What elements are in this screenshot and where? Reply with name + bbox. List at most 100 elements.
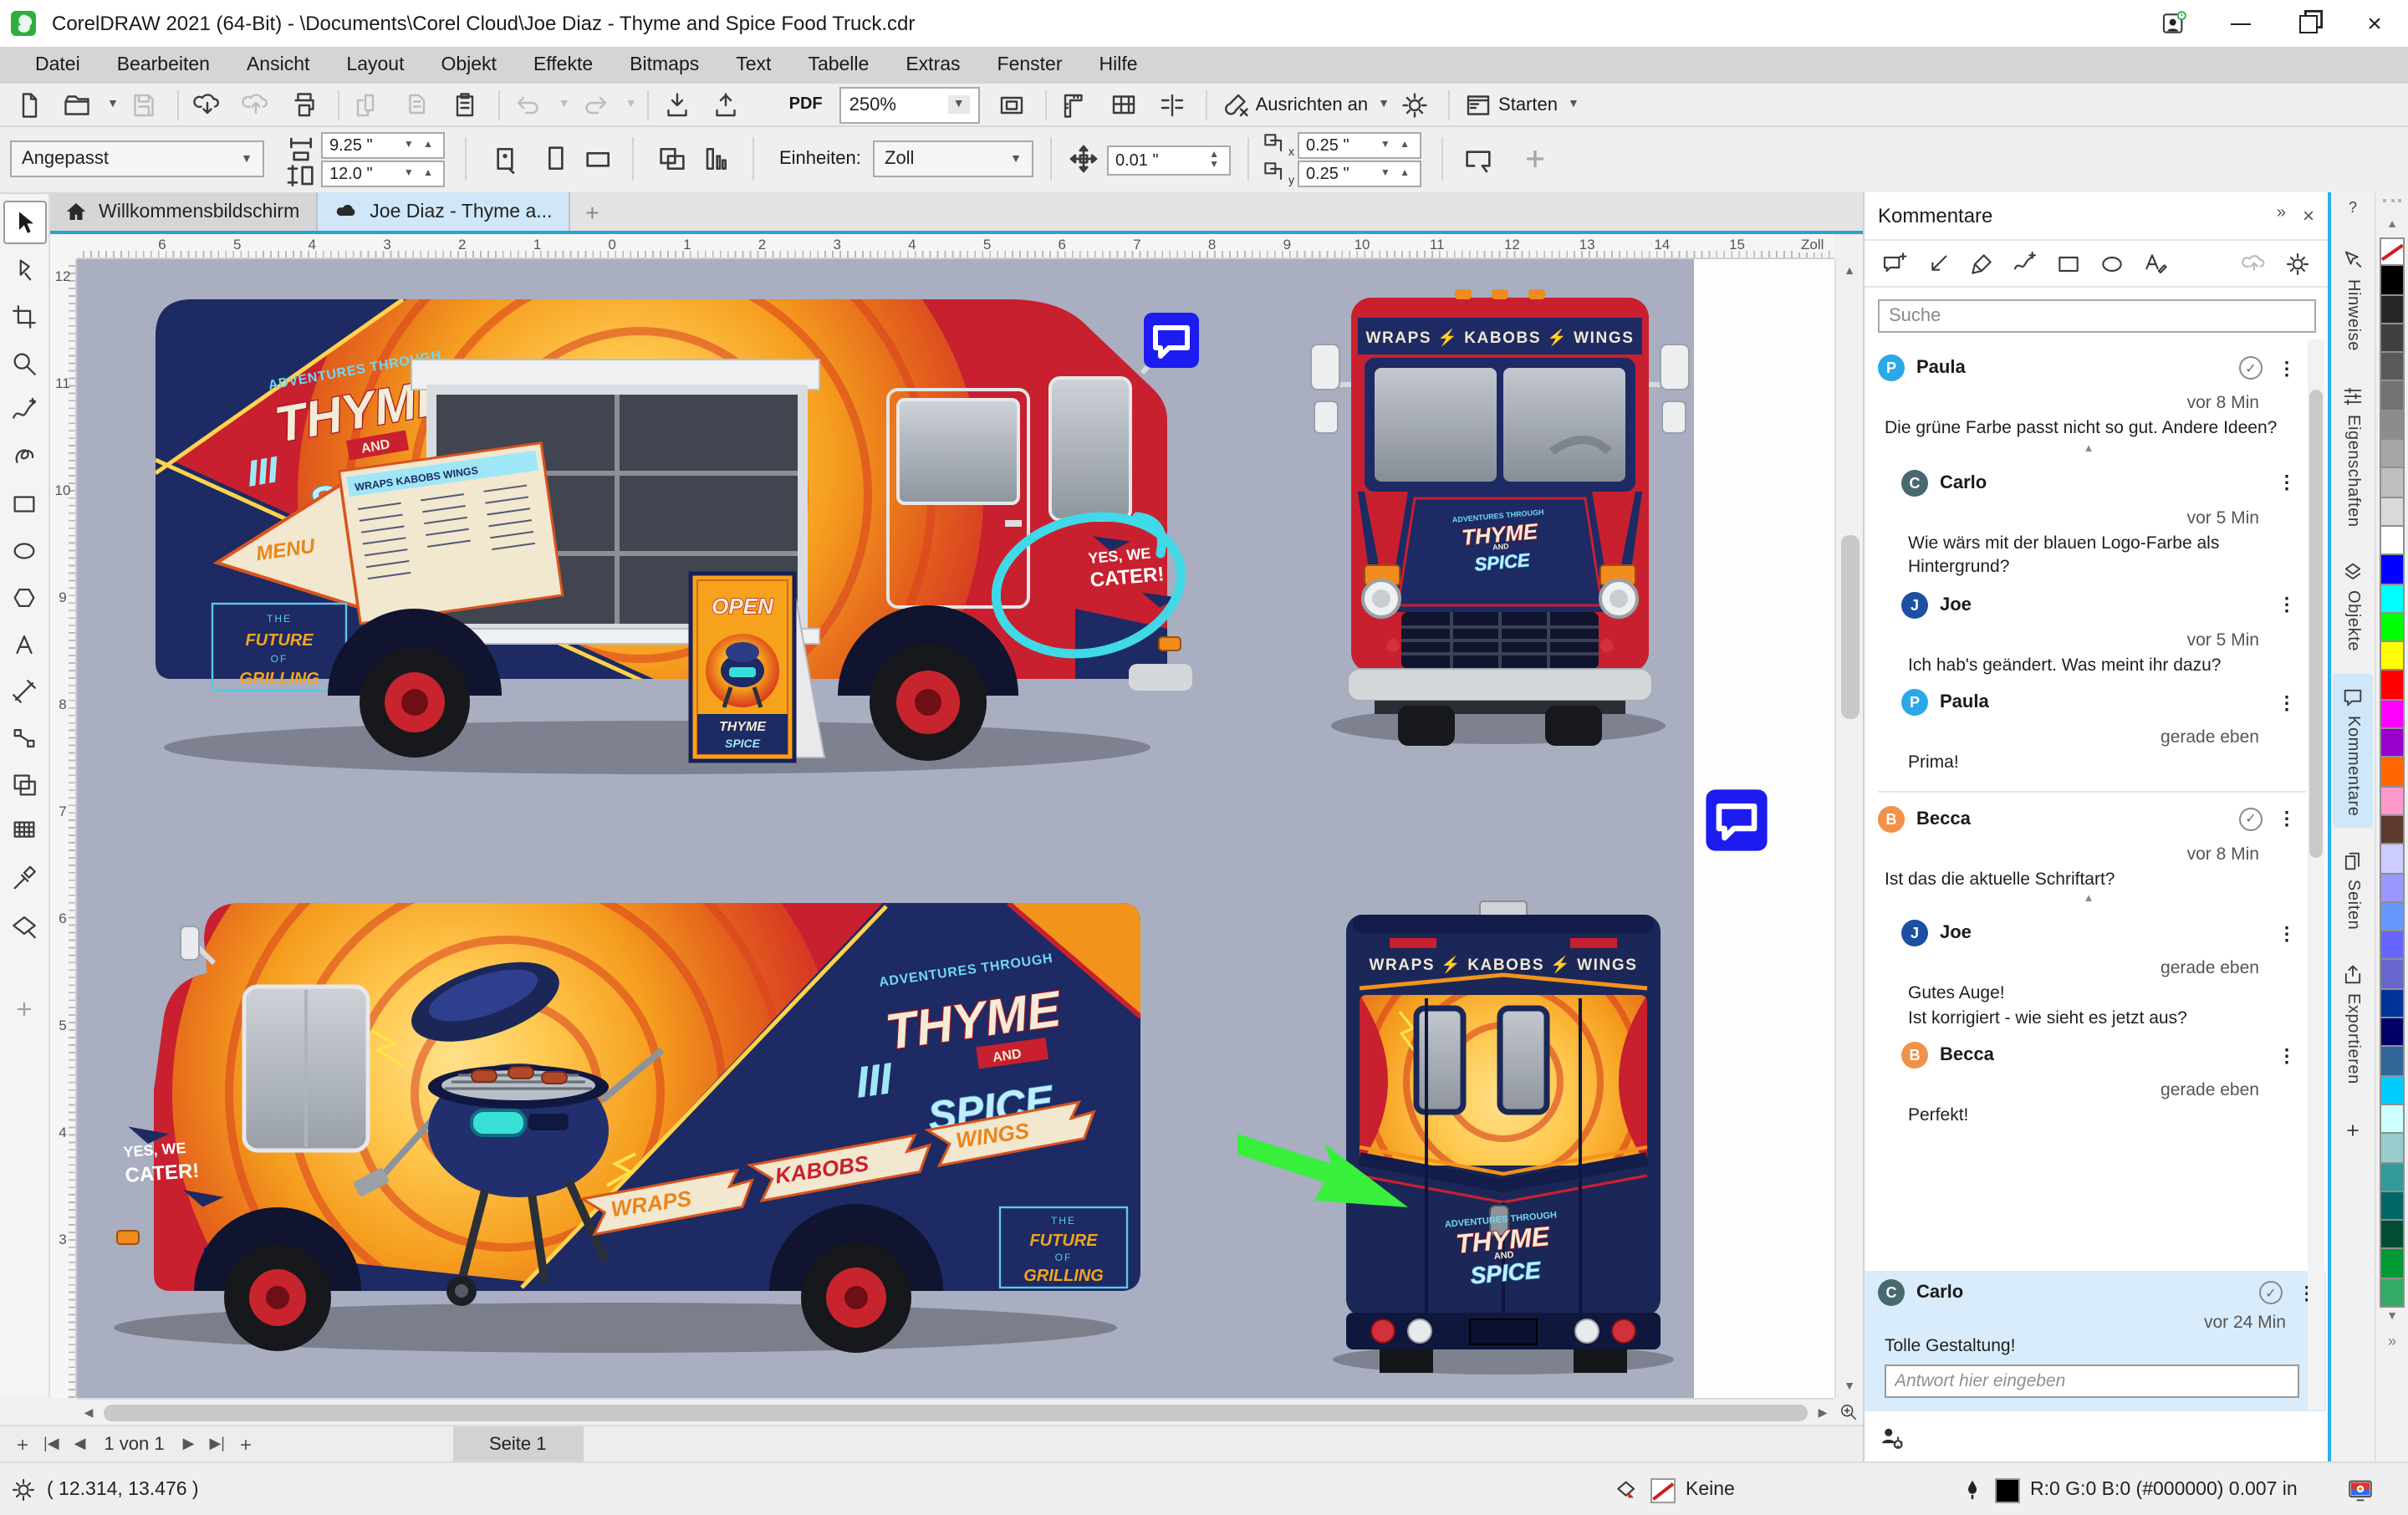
palette-swatch[interactable]: [2380, 1192, 2405, 1222]
tool-button[interactable]: [3, 388, 46, 431]
comment-tool-button[interactable]: [2092, 245, 2132, 282]
menu-item[interactable]: Objekt: [422, 55, 515, 75]
toolbar-button[interactable]: [1395, 84, 1440, 125]
palette-swatch[interactable]: [2380, 237, 2405, 267]
toolbar-button[interactable]: Ausrichten an: [1216, 84, 1374, 125]
toolbar-button[interactable]: [1448, 89, 1450, 120]
cyan-ellipse-annotation[interactable]: [983, 495, 1201, 669]
document-color-settings-icon[interactable]: [2344, 1476, 2376, 1504]
tool-button[interactable]: [3, 763, 46, 806]
comment-marker-2[interactable]: [1702, 786, 1771, 854]
palette-swatch[interactable]: [2380, 267, 2405, 296]
tool-button[interactable]: [3, 856, 46, 900]
toolbar-button[interactable]: [706, 84, 751, 125]
palette-swatch[interactable]: [2380, 903, 2405, 932]
duplicate-y-input[interactable]: 0.25 "▼ ▲: [1298, 161, 1421, 187]
page-width-input[interactable]: 9.25 "▼ ▲: [321, 132, 445, 159]
comment-menu-icon[interactable]: ⋮: [2278, 808, 2296, 829]
scroll-left-icon[interactable]: ◀: [77, 1405, 100, 1419]
toolbar-button[interactable]: [396, 84, 441, 125]
palette-swatch[interactable]: [2380, 382, 2405, 411]
palette-swatch[interactable]: [2380, 469, 2405, 498]
docker-help-icon[interactable]: ?: [2349, 199, 2357, 232]
palette-swatch[interactable]: [2380, 411, 2405, 441]
resolve-check-icon[interactable]: ✓: [2239, 807, 2263, 830]
all-pages-button[interactable]: [656, 142, 689, 176]
toolbar-button[interactable]: [338, 89, 339, 120]
customize-plus-button[interactable]: [1518, 142, 1552, 176]
menu-item[interactable]: Effekte: [515, 55, 611, 75]
menu-item[interactable]: Hilfe: [1081, 55, 1156, 75]
palette-swatch[interactable]: [2380, 961, 2405, 990]
docker-tab[interactable]: Hinweise: [2333, 237, 2373, 363]
palette-swatch[interactable]: [2380, 844, 2405, 874]
toolbar-button[interactable]: [508, 84, 554, 125]
menu-item[interactable]: Tabelle: [789, 55, 887, 75]
palette-swatch[interactable]: [2380, 324, 2405, 354]
comment-menu-icon[interactable]: ⋮: [2278, 691, 2296, 713]
restore-button[interactable]: [2274, 0, 2341, 47]
palette-swatch[interactable]: [2380, 440, 2405, 469]
comment-row[interactable]: C Carlo ✓ ⋮ vor 5 Min Wie wärs mit der b…: [1878, 464, 2306, 586]
vertical-scrollbar[interactable]: ▲ ▼: [1834, 259, 1863, 1398]
toolbar-button[interactable]: ▼: [1566, 84, 1581, 125]
tool-button[interactable]: [3, 435, 46, 478]
toolbar-button[interactable]: Starten: [1458, 84, 1563, 125]
tool-button[interactable]: [3, 575, 46, 619]
palette-swatch[interactable]: [2380, 874, 2405, 903]
treat-as-filled-button[interactable]: [1462, 142, 1495, 176]
toolbar-button[interactable]: [1206, 89, 1207, 120]
nudge-distance-input[interactable]: 0.01 "▲▼: [1107, 145, 1231, 176]
tool-button[interactable]: [3, 903, 46, 946]
toolbar-button[interactable]: [1152, 84, 1197, 125]
tool-button[interactable]: [3, 201, 46, 244]
comment-tool-button[interactable]: [2234, 245, 2274, 282]
last-page-button[interactable]: ▶|: [209, 1435, 225, 1453]
palette-swatch[interactable]: [2380, 1163, 2405, 1192]
palette-swatch[interactable]: [2380, 353, 2405, 382]
toolbar-button[interactable]: [1104, 84, 1149, 125]
tool-button[interactable]: [3, 622, 46, 666]
palette-swatch[interactable]: [2380, 1105, 2405, 1135]
toolbar-button[interactable]: [1055, 84, 1100, 125]
comment-tool-button[interactable]: [1875, 245, 1915, 282]
palette-scroll-up-icon[interactable]: ▲: [2376, 216, 2408, 236]
tab-document-joe-diaz[interactable]: Joe Diaz - Thyme a...: [318, 192, 570, 231]
toolbar-button[interactable]: ▼: [1376, 84, 1391, 125]
palette-scroll-down-icon[interactable]: ▼: [2376, 1308, 2408, 1328]
palette-expand-icon[interactable]: »: [2376, 1333, 2408, 1349]
toolbar-button[interactable]: [8, 84, 54, 125]
menu-item[interactable]: Extras: [887, 55, 978, 75]
menu-item[interactable]: Bitmaps: [611, 55, 717, 75]
docker-tab[interactable]: Seiten: [2333, 838, 2373, 941]
reply-input[interactable]: [1885, 1364, 2299, 1397]
toolbar-button[interactable]: PDF: [754, 84, 828, 125]
comment-row[interactable]: B Becca ✓ ⋮ vor 8 Min Ist das die aktuel…: [1878, 790, 2306, 915]
docker-tab[interactable]: Objekte: [2333, 549, 2373, 664]
new-document-tab-button[interactable]: +: [570, 192, 614, 231]
toolbar-button[interactable]: [1045, 89, 1047, 120]
comment-row[interactable]: J Joe ✓ ⋮ gerade eben Gutes Auge! Ist ko…: [1878, 915, 2306, 1037]
menu-item[interactable]: Text: [717, 55, 789, 75]
comment-tool-button[interactable]: [2005, 245, 2045, 282]
palette-swatch[interactable]: [2380, 931, 2405, 961]
comment-row[interactable]: J Joe ✓ ⋮ vor 5 Min Ich hab's geändert. …: [1878, 586, 2306, 684]
toolbar-button[interactable]: [348, 84, 393, 125]
horizontal-scroll-thumb[interactable]: [104, 1404, 1808, 1421]
toolbar-button[interactable]: [236, 84, 281, 125]
palette-swatch[interactable]: [2380, 1076, 2405, 1105]
tool-button[interactable]: [3, 809, 46, 853]
collapse-docker-icon[interactable]: »: [2277, 204, 2286, 227]
collaborators-settings-icon[interactable]: [1878, 1422, 1906, 1451]
palette-swatch[interactable]: [2380, 295, 2405, 324]
comment-tool-button[interactable]: [1918, 245, 1958, 282]
comment-tool-button[interactable]: [1962, 245, 2002, 282]
menu-item[interactable]: Bearbeiten: [99, 55, 228, 75]
comment-row[interactable]: P Paula ✓ ⋮ vor 8 Min Die grüne Farbe pa…: [1878, 341, 2306, 464]
signin-user-icon[interactable]: [2140, 0, 2207, 47]
truck-front-view[interactable]: WRAPS ⚡ KABOBS ⚡ WINGS ADVENTURES THROUG…: [1301, 284, 1697, 752]
page-settings-icon[interactable]: [488, 142, 522, 176]
menu-item[interactable]: Ansicht: [228, 55, 328, 75]
zoom-to-fit-button[interactable]: [1834, 1398, 1863, 1425]
next-page-button[interactable]: ▶: [183, 1435, 195, 1453]
